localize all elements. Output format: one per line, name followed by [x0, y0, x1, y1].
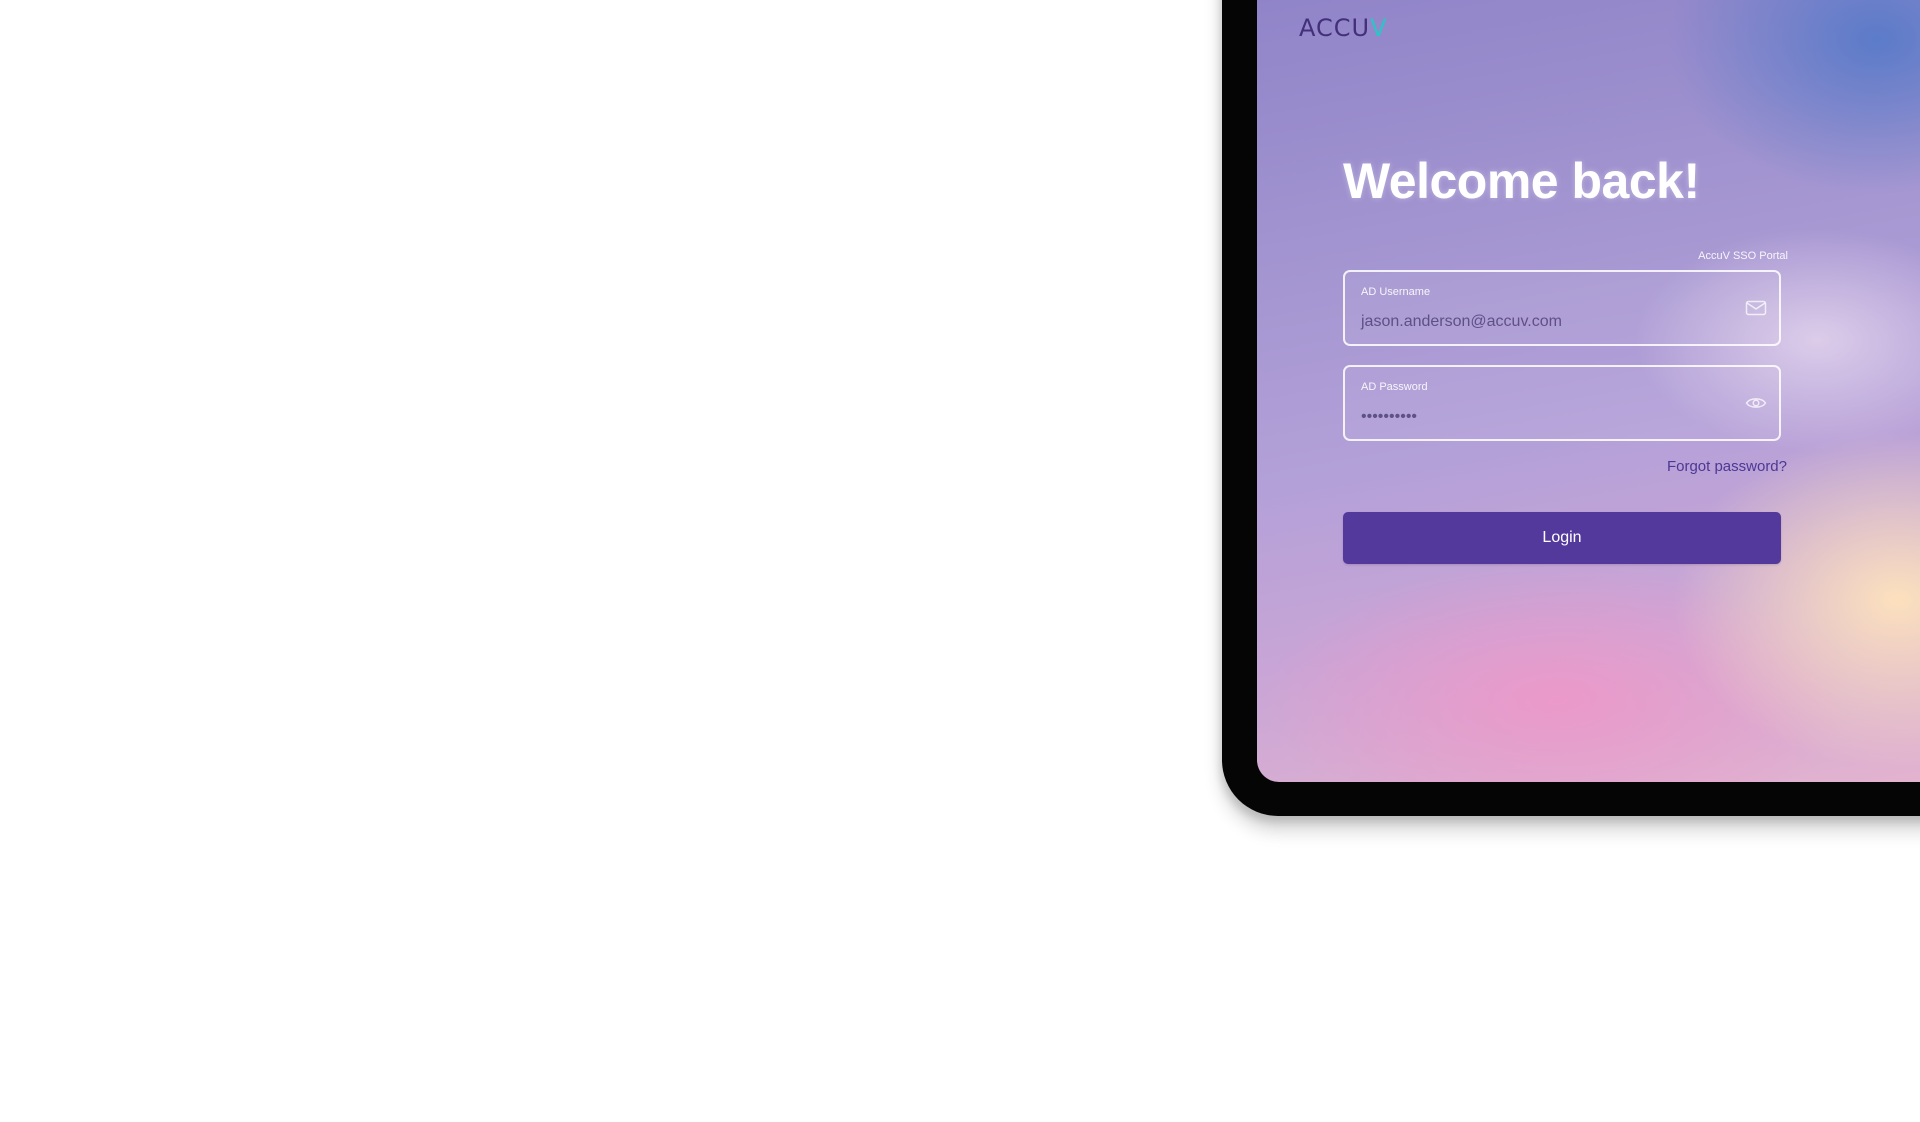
username-input[interactable]: jason.anderson@accuv.com [1361, 313, 1562, 331]
logo-suffix: V [1370, 14, 1388, 42]
password-label: AD Password [1361, 381, 1428, 393]
page: ACCUV Welcome back! AccuV SSO Portal AD … [0, 0, 1920, 1122]
mail-icon [1745, 300, 1767, 316]
portal-label: AccuV SSO Portal [1698, 250, 1788, 262]
login-button[interactable]: Login [1343, 512, 1781, 564]
password-field[interactable]: AD Password •••••••••• [1343, 365, 1781, 441]
forgot-password-link[interactable]: Forgot password? [1667, 458, 1787, 475]
logo-prefix: ACCU [1299, 14, 1371, 42]
accuv-logo: ACCUV [1299, 14, 1388, 42]
page-title: Welcome back! [1343, 153, 1700, 209]
username-field[interactable]: AD Username jason.anderson@accuv.com [1343, 270, 1781, 346]
password-input[interactable]: •••••••••• [1361, 408, 1417, 426]
login-screen: ACCUV Welcome back! AccuV SSO Portal AD … [1257, 0, 1920, 782]
eye-icon[interactable] [1745, 395, 1767, 411]
username-label: AD Username [1361, 286, 1431, 298]
